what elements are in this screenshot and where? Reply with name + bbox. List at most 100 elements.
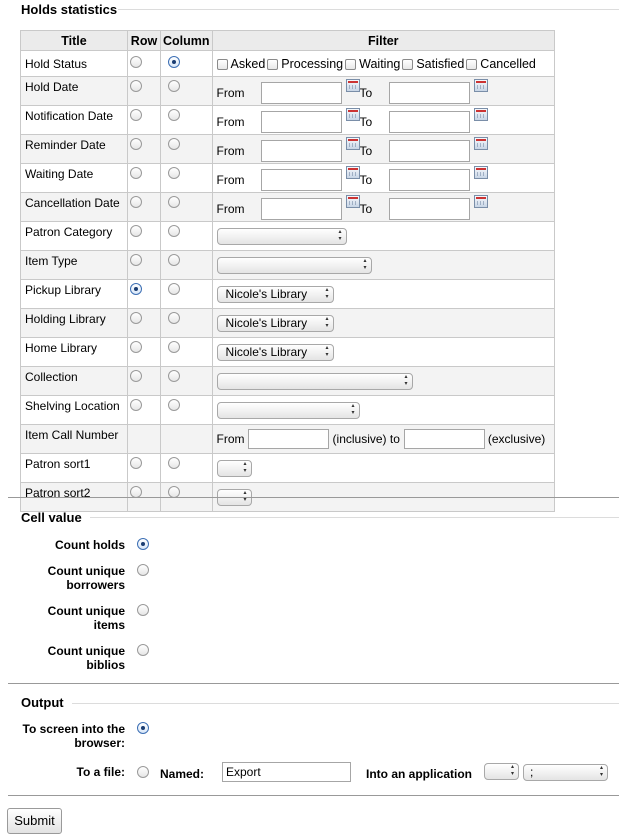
- status-option-label: Waiting: [359, 56, 401, 71]
- pickup-library-column-radio[interactable]: [168, 283, 180, 295]
- waiting-date-from-input[interactable]: [260, 168, 342, 191]
- notification-date-to-input[interactable]: [388, 110, 470, 133]
- cell-value-count-unique-items-radio[interactable]: [137, 604, 149, 616]
- col-cell: [160, 395, 213, 425]
- shelving-location-row-radio[interactable]: [130, 399, 142, 411]
- patron-category-column-radio[interactable]: [168, 225, 180, 237]
- export-filename-input[interactable]: Export: [222, 762, 351, 782]
- patron-category-select[interactable]: [216, 227, 347, 245]
- hold-status-row-radio[interactable]: [130, 56, 142, 68]
- cell-value-count-unique-borrowers-radio[interactable]: [137, 564, 149, 576]
- shelving-location-column-radio[interactable]: [168, 399, 180, 411]
- hold-date-column-radio[interactable]: [168, 80, 180, 92]
- row-cell: [127, 163, 161, 193]
- col-cell: [160, 250, 213, 280]
- cell-value-count-unique-biblios-radio[interactable]: [137, 644, 149, 656]
- filter-cell: Nicole's Library: [211, 308, 556, 338]
- calendar-icon[interactable]: [345, 136, 360, 150]
- hold-date-from-input[interactable]: [260, 81, 342, 104]
- item-type-row-radio[interactable]: [130, 254, 142, 266]
- cancellation-date-to-input[interactable]: [388, 197, 470, 220]
- reminder-date-row-radio[interactable]: [130, 138, 142, 150]
- home-library-row-radio[interactable]: [130, 341, 142, 353]
- reminder-date-column-radio[interactable]: [168, 138, 180, 150]
- status-cancelled-checkbox[interactable]: [466, 58, 478, 70]
- patron-sort1-column-radio[interactable]: [168, 457, 180, 469]
- waiting-date-row-radio[interactable]: [130, 167, 142, 179]
- col-cell: [160, 134, 213, 164]
- item-type-select[interactable]: [216, 256, 372, 274]
- calendar-icon[interactable]: [473, 165, 488, 179]
- collection-row-radio[interactable]: [130, 370, 142, 382]
- status-asked-checkbox[interactable]: [216, 58, 228, 70]
- waiting-date-to-input[interactable]: [388, 168, 470, 191]
- filter-cell: From To: [211, 76, 556, 106]
- cancellation-date-from-input[interactable]: [260, 197, 342, 220]
- separator-select[interactable]: ;: [523, 764, 608, 781]
- calendar-icon[interactable]: [473, 107, 488, 121]
- pickup-library-select[interactable]: Nicole's Library: [216, 285, 334, 303]
- status-option-processing[interactable]: Processing: [267, 57, 343, 71]
- row-cell: [127, 395, 161, 425]
- cell-value-count-holds-radio[interactable]: [137, 538, 149, 550]
- to-screen-radio[interactable]: [137, 722, 149, 734]
- cancellation-date-row-radio[interactable]: [130, 196, 142, 208]
- calendar-icon[interactable]: [473, 194, 488, 208]
- calendar-icon[interactable]: [473, 136, 488, 150]
- hold-date-to-input[interactable]: [388, 81, 470, 104]
- to-label: To: [359, 114, 373, 129]
- hold-status-column-radio[interactable]: [168, 56, 180, 68]
- status-satisfied-checkbox[interactable]: [402, 58, 414, 70]
- cell-value-option-label: Count holds: [55, 538, 125, 552]
- status-option-waiting[interactable]: Waiting: [345, 57, 400, 71]
- patron-sort1-select[interactable]: [216, 459, 252, 477]
- table-row: Item Type: [20, 250, 556, 280]
- calendar-icon[interactable]: [345, 165, 360, 179]
- shelving-location-select[interactable]: [216, 401, 360, 419]
- notification-date-column-radio[interactable]: [168, 109, 180, 121]
- calendar-icon[interactable]: [345, 78, 360, 92]
- holding-library-row-radio[interactable]: [130, 312, 142, 324]
- col-cell: [160, 163, 213, 193]
- status-option-asked[interactable]: Asked: [216, 57, 265, 71]
- calendar-icon[interactable]: [473, 78, 488, 92]
- status-waiting-checkbox[interactable]: [345, 58, 357, 70]
- status-option-label: Processing: [281, 56, 344, 71]
- call-number-to-input[interactable]: [403, 429, 485, 449]
- status-processing-checkbox[interactable]: [267, 58, 279, 70]
- filter-cell: From To: [211, 134, 556, 164]
- notification-date-row-radio[interactable]: [130, 109, 142, 121]
- collection-select[interactable]: [216, 372, 413, 390]
- table-row: Item Call Number From (inclusive) to (exclu…: [20, 424, 556, 454]
- item-type-column-radio[interactable]: [168, 254, 180, 266]
- calendar-icon[interactable]: [345, 107, 360, 121]
- collection-column-radio[interactable]: [168, 370, 180, 382]
- home-library-column-radio[interactable]: [168, 341, 180, 353]
- call-number-from-input[interactable]: [247, 429, 329, 449]
- col-header-filter: Filter: [211, 30, 556, 51]
- calendar-icon[interactable]: [345, 194, 360, 208]
- to-file-radio[interactable]: [137, 766, 149, 778]
- row-title: Waiting Date: [20, 163, 128, 193]
- home-library-select[interactable]: Nicole's Library: [216, 343, 334, 361]
- waiting-date-column-radio[interactable]: [168, 167, 180, 179]
- patron-sort1-row-radio[interactable]: [130, 457, 142, 469]
- table-row: Holding Library Nicole's Library: [20, 308, 556, 338]
- status-option-cancelled[interactable]: Cancelled: [466, 57, 536, 71]
- holding-library-select[interactable]: Nicole's Library: [216, 314, 334, 332]
- application-select[interactable]: [484, 763, 519, 780]
- status-option-satisfied[interactable]: Satisfied: [402, 57, 464, 71]
- row-cell: [127, 453, 161, 483]
- row-cell: [127, 50, 161, 77]
- pickup-library-row-radio[interactable]: [130, 283, 142, 295]
- hold-date-row-radio[interactable]: [130, 80, 142, 92]
- patron-category-row-radio[interactable]: [130, 225, 142, 237]
- holding-library-column-radio[interactable]: [168, 312, 180, 324]
- reminder-date-from-input[interactable]: [260, 139, 342, 162]
- cancellation-date-column-radio[interactable]: [168, 196, 180, 208]
- col-cell: [160, 424, 213, 454]
- notification-date-from-input[interactable]: [260, 110, 342, 133]
- reminder-date-to-input[interactable]: [388, 139, 470, 162]
- col-cell: [160, 366, 213, 396]
- submit-button[interactable]: Submit: [7, 808, 62, 834]
